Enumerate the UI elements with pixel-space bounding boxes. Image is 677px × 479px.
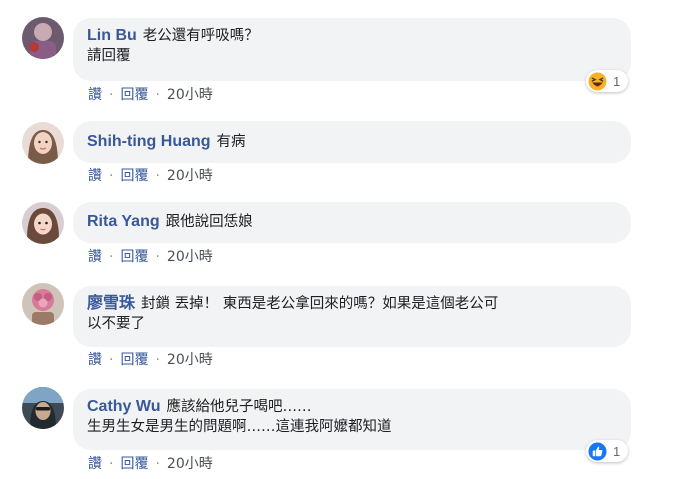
- comment-actions: 讚 · 回覆 · 20小時: [88, 351, 213, 369]
- comment-actions: 讚 · 回覆 · 20小時: [88, 167, 213, 185]
- comment-bubble: Cathy Wu 應該給他兒子喝吧…… 生男生女是男生的問題啊……這連我阿嬤都知道: [73, 389, 631, 450]
- avatar[interactable]: [22, 283, 64, 325]
- reaction-count-badge[interactable]: 1: [586, 70, 629, 92]
- comment-author[interactable]: Cathy Wu: [87, 398, 160, 415]
- comment-author[interactable]: 廖雪珠: [87, 295, 135, 312]
- reply-link[interactable]: 回覆: [120, 87, 148, 103]
- comment-actions: 讚 · 回覆 · 20小時: [88, 86, 213, 104]
- separator-dot: ·: [155, 87, 160, 103]
- like-icon: [588, 441, 607, 461]
- comment-text: 老公還有呼吸嗎？: [142, 28, 259, 44]
- reaction-count-badge[interactable]: 1: [586, 440, 629, 462]
- avatar[interactable]: [22, 202, 64, 244]
- avatar[interactable]: [22, 17, 64, 59]
- reply-link[interactable]: 回覆: [120, 168, 148, 184]
- reply-link[interactable]: 回覆: [120, 352, 148, 368]
- like-link[interactable]: 讚: [88, 168, 102, 184]
- separator-dot: ·: [155, 249, 160, 265]
- comment-text: 有病: [216, 134, 246, 150]
- comment-timestamp[interactable]: 20小時: [167, 352, 213, 368]
- separator-dot: ·: [109, 456, 114, 472]
- separator-dot: ·: [155, 352, 160, 368]
- comment-author[interactable]: Lin Bu: [87, 27, 137, 44]
- separator-dot: ·: [109, 352, 114, 368]
- comment-bubble: Shih-ting Huang 有病: [73, 121, 631, 163]
- comment-text: 以不要了: [87, 316, 145, 332]
- comment-text: 請回覆: [87, 48, 131, 64]
- comment-text: 生男生女是男生的問題啊……這連我阿嬤都知道: [87, 419, 392, 435]
- comment-author[interactable]: Rita Yang: [87, 213, 160, 230]
- comment-text: 跟他說回恁娘: [165, 214, 253, 230]
- like-link[interactable]: 讚: [88, 352, 102, 368]
- haha-icon: [588, 71, 607, 91]
- comment-timestamp[interactable]: 20小時: [167, 87, 213, 103]
- comment-actions: 讚 · 回覆 · 20小時: [88, 455, 213, 473]
- reply-link[interactable]: 回覆: [120, 249, 148, 265]
- separator-dot: ·: [109, 168, 114, 184]
- reply-link[interactable]: 回覆: [120, 456, 148, 472]
- like-link[interactable]: 讚: [88, 249, 102, 265]
- separator-dot: ·: [155, 456, 160, 472]
- comment-text: 封鎖 丟掉！ 東西是老公拿回來的嗎？如果是這個老公可: [141, 296, 499, 312]
- comment-timestamp[interactable]: 20小時: [167, 456, 213, 472]
- separator-dot: ·: [155, 168, 160, 184]
- comment-actions: 讚 · 回覆 · 20小時: [88, 248, 213, 266]
- avatar[interactable]: [22, 387, 64, 429]
- like-link[interactable]: 讚: [88, 456, 102, 472]
- comment-timestamp[interactable]: 20小時: [167, 168, 213, 184]
- comment-bubble: 廖雪珠 封鎖 丟掉！ 東西是老公拿回來的嗎？如果是這個老公可 以不要了: [73, 286, 631, 347]
- separator-dot: ·: [109, 87, 114, 103]
- comment-text: 應該給他兒子喝吧……: [166, 399, 312, 415]
- like-link[interactable]: 讚: [88, 87, 102, 103]
- reaction-count: 1: [613, 73, 621, 89]
- separator-dot: ·: [109, 249, 114, 265]
- comment-timestamp[interactable]: 20小時: [167, 249, 213, 265]
- comment-bubble: Rita Yang 跟他說回恁娘: [73, 202, 631, 243]
- avatar[interactable]: [22, 122, 64, 164]
- comment-bubble: Lin Bu 老公還有呼吸嗎？ 請回覆: [73, 18, 631, 81]
- comment-author[interactable]: Shih-ting Huang: [87, 133, 211, 150]
- reaction-count: 1: [613, 443, 621, 459]
